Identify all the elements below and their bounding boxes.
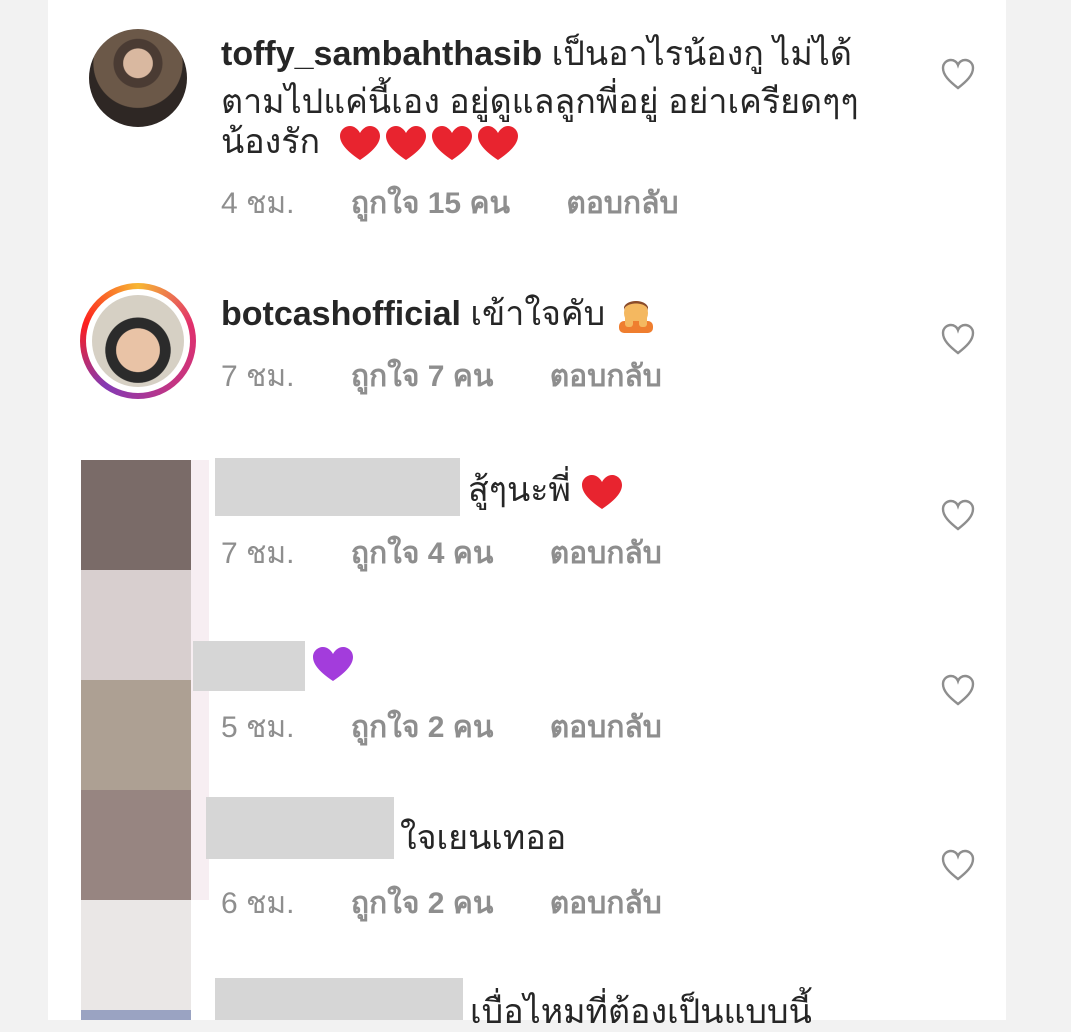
comment-likes[interactable]: ถูกใจ 2 คน <box>351 711 494 744</box>
censored-avatar <box>81 680 191 790</box>
comment-likes[interactable]: ถูกใจ 15 คน <box>351 187 510 220</box>
comment-time: 7 ชม. <box>221 537 295 570</box>
comment-likes[interactable]: ถูกใจ 7 คน <box>351 360 494 393</box>
comment-body-line3: น้องรัก <box>221 122 518 164</box>
reply-button[interactable]: ตอบกลับ <box>550 537 662 570</box>
censored-username <box>215 978 463 1020</box>
comment-time: 4 ชม. <box>221 187 295 220</box>
comment-time: 5 ชม. <box>221 711 295 744</box>
purple-heart-emoji <box>313 647 353 681</box>
heart-outline-icon[interactable] <box>941 674 975 706</box>
comment-username[interactable]: toffy_sambahthasib <box>221 35 542 73</box>
face-in-hands-emoji <box>615 295 657 334</box>
comment-body: เบื่อไหมที่ต้องเป็นแบบนี้ <box>470 993 812 1031</box>
comment-meta: 4 ชม. ถูกใจ 15 คน ตอบกลับ <box>221 180 679 227</box>
heart-outline-icon[interactable] <box>941 58 975 90</box>
heart-outline-icon[interactable] <box>941 323 975 355</box>
censored-avatar <box>81 570 191 680</box>
censored-avatar <box>81 900 191 1010</box>
reply-button[interactable]: ตอบกลับ <box>550 360 662 393</box>
comment-body-line1: เป็นอาไรน้องกู ไม่ได้ <box>551 35 852 73</box>
avatar-botcash[interactable] <box>92 295 184 387</box>
reply-button[interactable]: ตอบกลับ <box>566 187 678 220</box>
red-heart-emoji <box>580 471 624 510</box>
comment-body: สู้ๆนะพี่ <box>468 470 624 511</box>
comment-likes[interactable]: ถูกใจ 4 คน <box>351 537 494 570</box>
comment-body-line2: ตามไปแค่นี้เอง อยู่ดูแลลูกพี่อยู่ อย่าเค… <box>221 83 859 121</box>
comment-meta: 5 ชม. ถูกใจ 2 คน ตอบกลับ <box>221 704 662 751</box>
comment-meta: 6 ชม. ถูกใจ 2 คน ตอบกลับ <box>221 880 662 927</box>
comment-likes[interactable]: ถูกใจ 2 คน <box>351 887 494 920</box>
red-heart-emoji <box>338 123 518 161</box>
comment-username[interactable]: botcashofficial <box>221 295 461 333</box>
comment-text: toffy_sambahthasib เป็นอาไรน้องกู ไม่ได้ <box>221 34 852 74</box>
comment-body: ใจเยนเทออ <box>400 819 567 857</box>
censored-avatar <box>81 1010 191 1020</box>
censored-username <box>215 458 460 516</box>
comment-meta: 7 ชม. ถูกใจ 4 คน ตอบกลับ <box>221 530 662 577</box>
censored-avatar <box>81 790 191 900</box>
censored-avatar <box>81 460 191 570</box>
reply-button[interactable]: ตอบกลับ <box>550 887 662 920</box>
censored-username <box>206 797 394 859</box>
comment-body-text: สู้ๆนะพี่ <box>468 471 571 509</box>
comment-time: 6 ชม. <box>221 887 295 920</box>
comment-text: botcashofficial เข้าใจคับ <box>221 294 657 335</box>
censored-username <box>193 641 305 691</box>
heart-outline-icon[interactable] <box>941 499 975 531</box>
comment-meta: 7 ชม. ถูกใจ 7 คน ตอบกลับ <box>221 353 662 400</box>
comment-body: เข้าใจคับ <box>470 295 606 333</box>
comment-time: 7 ชม. <box>221 360 295 393</box>
heart-outline-icon[interactable] <box>941 849 975 881</box>
avatar-toffy[interactable] <box>89 29 187 127</box>
comment-body-line3-text: น้องรัก <box>221 123 321 161</box>
reply-button[interactable]: ตอบกลับ <box>550 711 662 744</box>
